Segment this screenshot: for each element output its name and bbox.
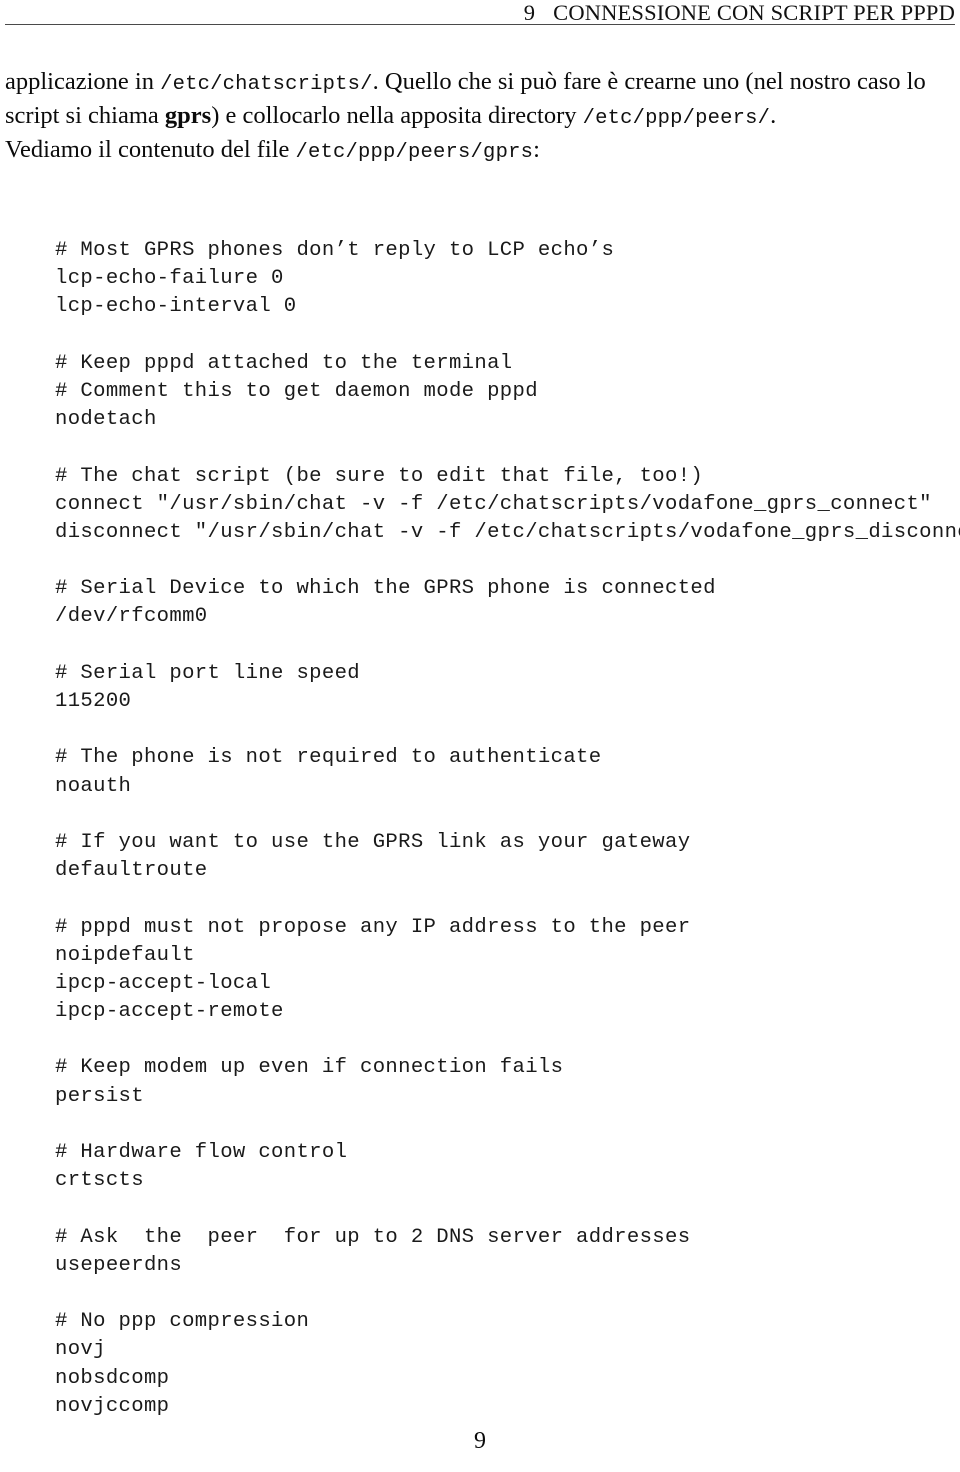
code-line: persist xyxy=(55,1084,144,1108)
code-line: # Comment this to get daemon mode pppd xyxy=(55,379,538,403)
code-line: noauth xyxy=(55,774,132,798)
verbatim-code-block: # Most GPRS phones don’t reply to LCP ec… xyxy=(55,237,960,1421)
page-number: 9 xyxy=(474,1428,486,1454)
code-line: noipdefault xyxy=(55,943,195,967)
code-line: crtscts xyxy=(55,1169,144,1193)
code-line: disconnect "/usr/sbin/chat -v -f /etc/ch… xyxy=(55,520,960,544)
paragraph-line-3: Vediamo il contenuto del file /etc/ppp/p… xyxy=(5,134,957,168)
paragraph-line-2: script si chiama gprs) e collocarlo nell… xyxy=(5,100,957,134)
code-line: lcp-echo-interval 0 xyxy=(55,295,297,319)
code-line: novjccomp xyxy=(55,1394,170,1418)
inline-bold-gprs: gprs xyxy=(164,102,212,129)
para-text-2c: . xyxy=(770,102,777,129)
header-divider-rule xyxy=(5,24,955,25)
document-page: 9 CONNESSIONE CON SCRIPT PER PPPD applica… xyxy=(0,0,960,1472)
code-line: # Keep modem up even if connection fails xyxy=(55,1056,564,1080)
para-text-1a: applicazione in xyxy=(5,68,161,95)
code-line: lcp-echo-failure 0 xyxy=(55,267,284,291)
paragraph-line-1: applicazione in /etc/chatscripts/. Quell… xyxy=(5,66,957,100)
inline-code-gprs-file: /etc/ppp/peers/gprs xyxy=(295,141,534,164)
code-line: # Keep pppd attached to the terminal xyxy=(55,351,513,375)
code-line: # No ppp compression xyxy=(55,1310,310,1334)
para-text-3b: : xyxy=(533,136,540,163)
code-line: # pppd must not propose any IP address t… xyxy=(55,915,691,939)
code-line: 115200 xyxy=(55,690,132,713)
inline-code-chatscripts-path: /etc/chatscripts/ xyxy=(160,73,373,96)
code-line: # Serial Device to which the GPRS phone … xyxy=(55,577,716,601)
code-line: # Ask the peer for up to 2 DNS server ad… xyxy=(55,1225,691,1249)
code-line: ipcp-accept-local xyxy=(55,971,272,995)
code-line: # The phone is not required to authentic… xyxy=(55,746,602,770)
body-paragraph-block: applicazione in /etc/chatscripts/. Quell… xyxy=(5,66,957,168)
code-line: usepeerdns xyxy=(55,1253,183,1277)
code-line: # Serial port line speed xyxy=(55,661,360,685)
para-text-2b: ) e collocarlo nella apposita directory xyxy=(211,102,583,129)
page-footer: 9 xyxy=(0,1428,960,1455)
code-line: nobsdcomp xyxy=(55,1366,170,1390)
para-text-1b: . Quello che si può fare è crearne uno (… xyxy=(372,68,926,95)
code-line: novj xyxy=(55,1338,106,1362)
code-line: connect "/usr/sbin/chat -v -f /etc/chats… xyxy=(55,492,932,516)
header-section-title: CONNESSIONE CON SCRIPT PER PPPD xyxy=(553,0,955,25)
header-section-number: 9 xyxy=(523,0,536,25)
inline-code-peers-dir: /etc/ppp/peers/ xyxy=(582,107,771,130)
code-line: defaultroute xyxy=(55,859,208,883)
code-line: # Most GPRS phones don’t reply to LCP ec… xyxy=(55,239,615,262)
code-line: # The chat script (be sure to edit that … xyxy=(55,464,704,488)
code-line: # If you want to use the GPRS link as yo… xyxy=(55,830,691,854)
para-text-2a: script si chiama xyxy=(5,102,165,129)
code-line: # Hardware flow control xyxy=(55,1141,348,1164)
code-line: /dev/rfcomm0 xyxy=(55,605,208,629)
para-text-3a: Vediamo il contenuto del file xyxy=(5,136,296,163)
code-line: nodetach xyxy=(55,408,157,432)
header-title-line: 9 CONNESSIONE CON SCRIPT PER PPPD xyxy=(524,0,955,26)
intro-paragraph: applicazione in /etc/chatscripts/. Quell… xyxy=(5,66,957,168)
running-header: 9 CONNESSIONE CON SCRIPT PER PPPD xyxy=(5,0,955,26)
code-line: ipcp-accept-remote xyxy=(55,1000,284,1024)
